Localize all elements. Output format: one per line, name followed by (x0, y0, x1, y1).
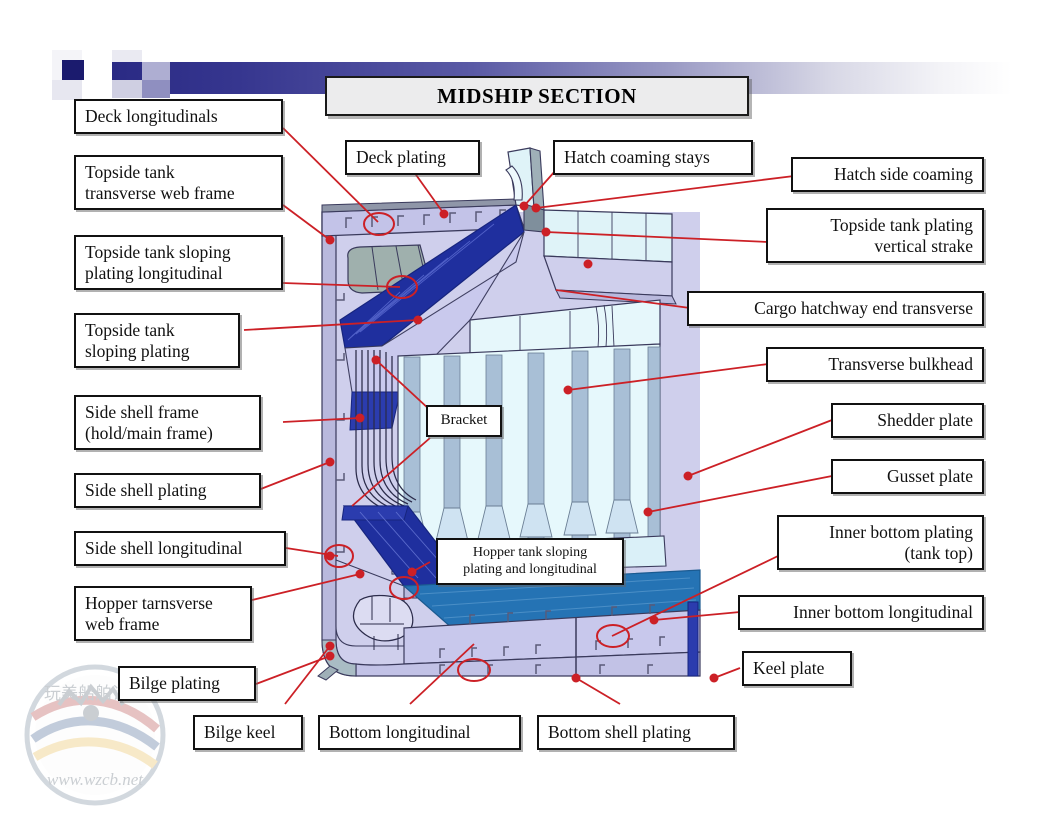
label-text-line1: Topside tank sloping (85, 242, 231, 262)
label-cargo-hatchway-end-transverse[interactable]: Cargo hatchway end transverse (687, 291, 984, 326)
detail-circle-deck-longitudinal (363, 212, 395, 236)
label-text: Deck longitudinals (85, 106, 218, 126)
label-hatch-coaming-stays[interactable]: Hatch coaming stays (553, 140, 753, 175)
slide-canvas: MIDSHIP SECTION 玩美船舶论坛 www.wzcb.net Deck… (0, 0, 1056, 816)
label-text-line1: Topside tank (85, 320, 175, 340)
label-text: Bottom longitudinal (329, 722, 471, 742)
label-text-line1: Topside tank plating (830, 215, 973, 235)
label-hopper-transverse-web-frame[interactable]: Hopper tarnsverse web frame (74, 586, 252, 642)
label-topside-tank-transverse-web-frame[interactable]: Topside tank transverse web frame (74, 155, 283, 211)
label-text: Side shell plating (85, 480, 207, 500)
label-bracket[interactable]: Bracket (426, 405, 502, 437)
label-text-line2: (hold/main frame) (85, 422, 213, 443)
label-topside-tank-plating-vertical-strake[interactable]: Topside tank plating vertical strake (766, 208, 984, 264)
label-text: Bracket (440, 412, 488, 428)
label-text: Hatch side coaming (834, 164, 973, 184)
label-text-line2: web frame (85, 613, 160, 634)
label-inner-bottom-longitudinal[interactable]: Inner bottom longitudinal (738, 595, 984, 630)
label-keel-plate[interactable]: Keel plate (742, 651, 852, 686)
label-text: Side shell longitudinal (85, 538, 243, 558)
label-text: Deck plating (356, 147, 446, 167)
detail-circle-topside-longitudinal (386, 275, 418, 299)
label-text: Cargo hatchway end transverse (754, 298, 973, 318)
label-text: Bottom shell plating (548, 722, 691, 742)
detail-circle-side-shell-longitudinal (324, 544, 354, 568)
label-side-shell-frame[interactable]: Side shell frame (hold/main frame) (74, 395, 261, 451)
label-topside-tank-sloping-plating[interactable]: Topside tank sloping plating (74, 313, 240, 369)
label-bilge-plating[interactable]: Bilge plating (118, 666, 256, 701)
detail-circle-inner-bottom-longitudinal (596, 624, 630, 648)
label-text-line1: Hopper tarnsverse (85, 593, 213, 613)
label-transverse-bulkhead[interactable]: Transverse bulkhead (766, 347, 984, 382)
label-text: Inner bottom longitudinal (793, 602, 973, 622)
label-text-line2: (tank top) (904, 542, 973, 563)
label-text-line1: Side shell frame (85, 402, 199, 422)
label-text-line1: Hopper tank sloping (472, 545, 588, 560)
label-text-line1: Topside tank (85, 162, 175, 182)
label-side-shell-plating[interactable]: Side shell plating (74, 473, 261, 508)
label-text-line2: sloping plating (85, 340, 190, 361)
label-text: Gusset plate (886, 466, 973, 486)
label-text: Keel plate (753, 658, 825, 678)
label-gusset-plate[interactable]: Gusset plate (831, 459, 984, 494)
label-hatch-side-coaming[interactable]: Hatch side coaming (791, 157, 984, 192)
detail-circle-bottom-longitudinal (457, 658, 491, 682)
label-bottom-shell-plating[interactable]: Bottom shell plating (537, 715, 735, 750)
label-deck-plating[interactable]: Deck plating (345, 140, 480, 175)
label-topside-tank-sloping-plating-longitudinal[interactable]: Topside tank sloping plating longitudina… (74, 235, 283, 291)
detail-circle-hopper-longitudinal (389, 576, 419, 600)
label-side-shell-longitudinal[interactable]: Side shell longitudinal (74, 531, 286, 566)
label-text: Shedder plate (877, 410, 973, 430)
label-bottom-longitudinal[interactable]: Bottom longitudinal (318, 715, 521, 750)
label-deck-longitudinals[interactable]: Deck longitudinals (74, 99, 283, 134)
label-bilge-keel[interactable]: Bilge keel (193, 715, 303, 750)
label-inner-bottom-plating[interactable]: Inner bottom plating (tank top) (777, 515, 984, 571)
label-text-line2: transverse web frame (85, 182, 235, 203)
label-text: Bilge plating (129, 673, 220, 693)
label-text: Transverse bulkhead (828, 354, 973, 374)
label-text: Bilge keel (204, 722, 276, 742)
label-text-line2: plating longitudinal (85, 262, 223, 283)
label-hopper-tank-sloping-plating-and-longitudinal[interactable]: Hopper tank sloping plating and longitud… (436, 538, 624, 586)
label-shedder-plate[interactable]: Shedder plate (831, 403, 984, 438)
label-text-line1: Inner bottom plating (829, 522, 973, 542)
label-text-line2: vertical strake (874, 235, 973, 256)
label-text-line2: plating and longitudinal (463, 561, 597, 577)
label-text: Hatch coaming stays (564, 147, 710, 167)
